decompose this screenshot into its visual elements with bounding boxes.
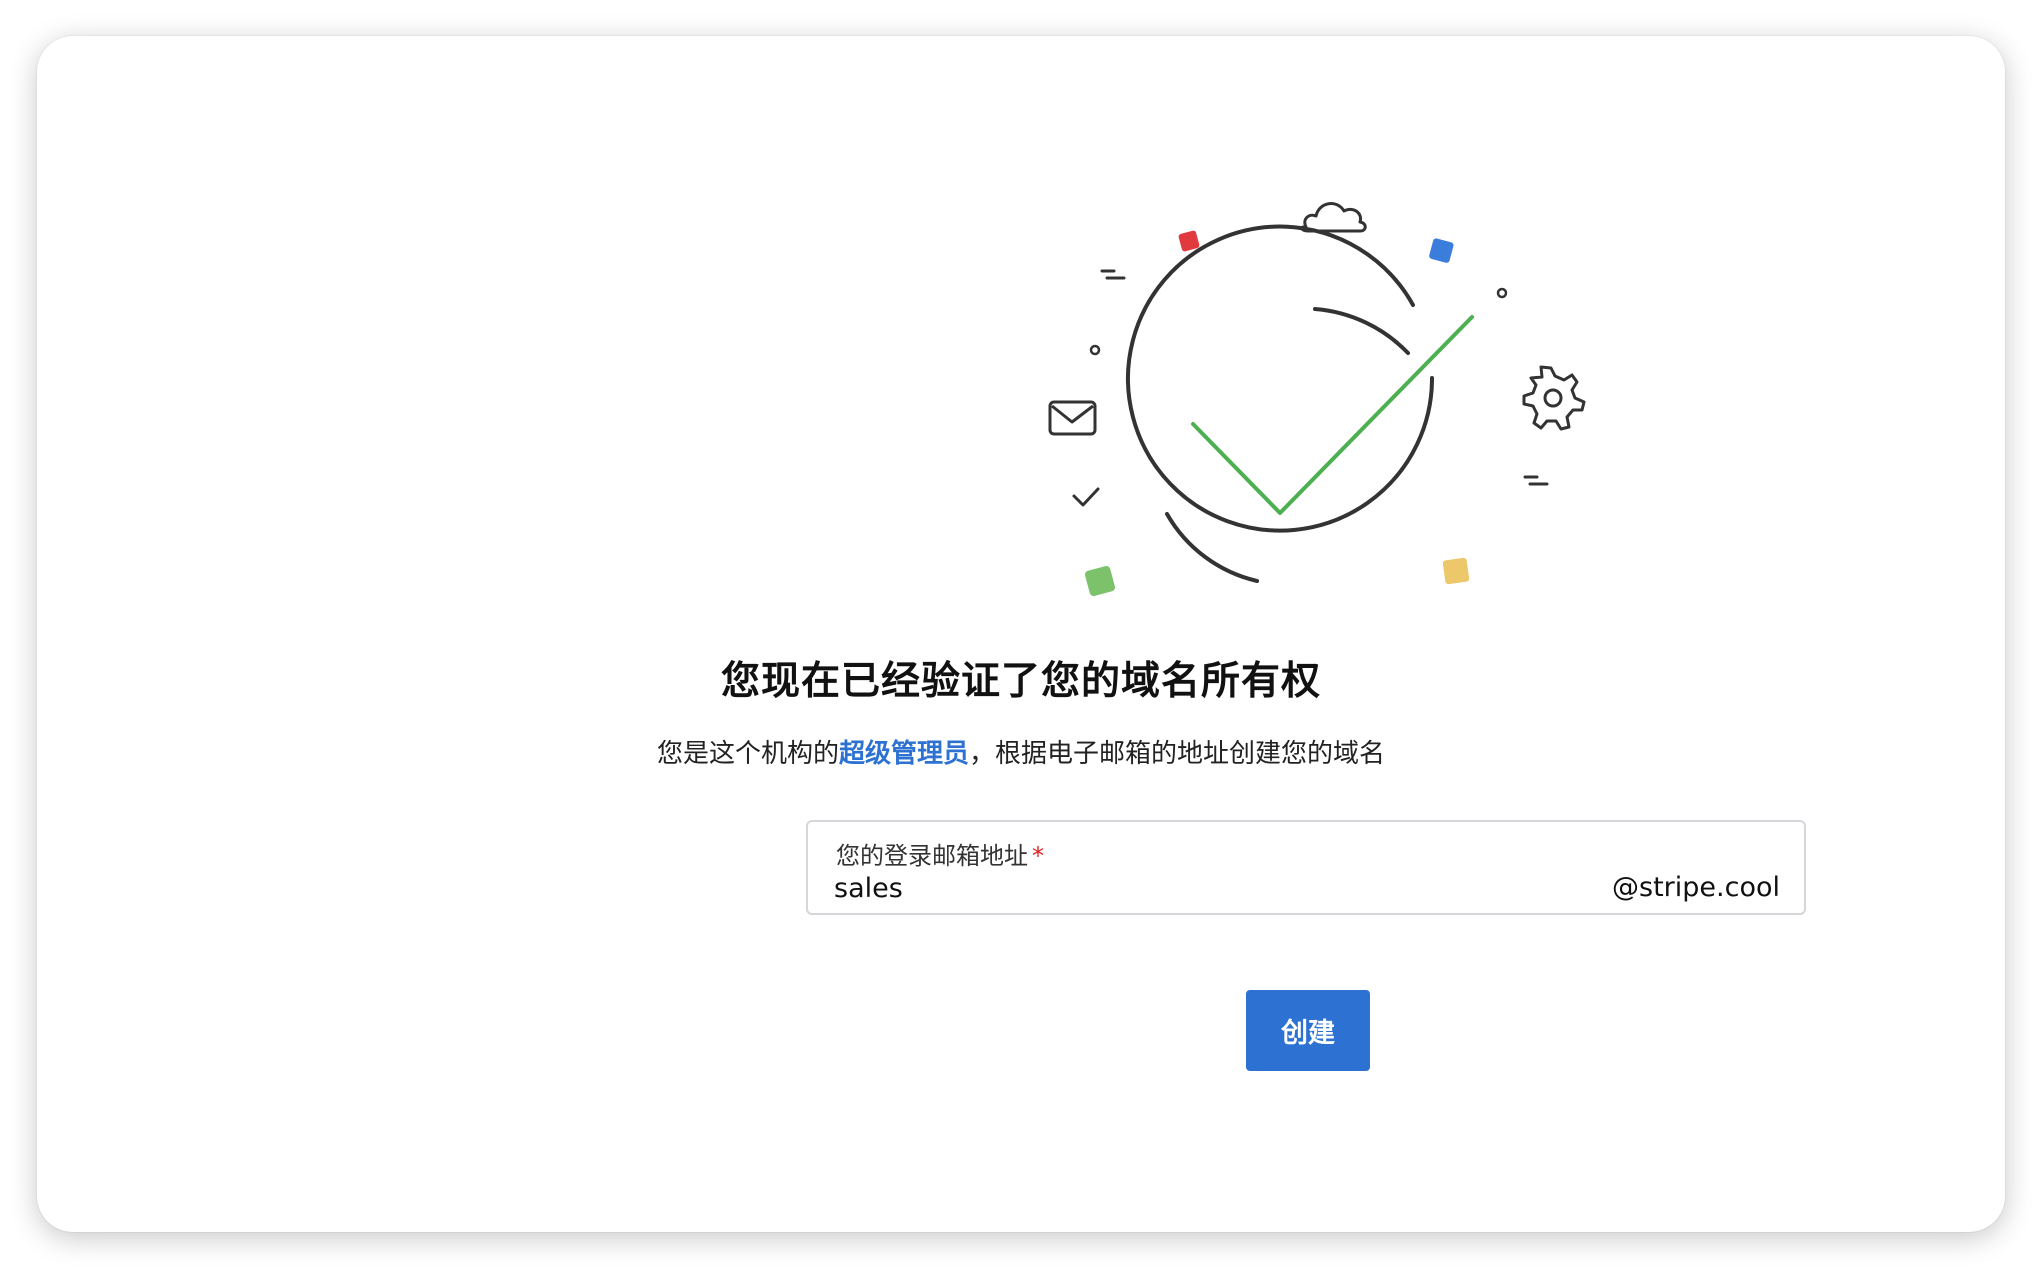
- dot-right-icon: [1496, 287, 1508, 299]
- gear-icon: [1522, 365, 1586, 431]
- subtitle-prefix: 您是这个机构的: [656, 739, 839, 769]
- mail-icon: [1048, 400, 1097, 436]
- red-square: [1178, 230, 1200, 252]
- domain-suffix: @stripe.cool: [1612, 872, 1780, 903]
- small-check-icon: [1072, 487, 1100, 507]
- big-check-icon: [1191, 315, 1474, 515]
- yellow-square: [1442, 557, 1470, 585]
- required-mark: *: [1032, 842, 1044, 870]
- dash-right-icon: [1523, 475, 1549, 486]
- page-title: 您现在已经验证了您的域名所有权: [720, 659, 1321, 704]
- cloud-icon: [1300, 202, 1367, 233]
- main-window: 您现在已经验证了您的域名所有权 您是这个机构的超级管理员，根据电子邮箱的地址创建…: [37, 36, 2005, 1232]
- create-button[interactable]: 创建: [1246, 990, 1370, 1071]
- success-circle: [1126, 224, 1435, 533]
- dash-left-icon: [1100, 269, 1126, 280]
- success-circle-inner-arc-top: [1313, 307, 1410, 355]
- email-field[interactable]: 您的登录邮箱地址* @stripe.cool: [806, 820, 1806, 915]
- green-square: [1084, 565, 1116, 597]
- role-highlight: 超级管理员: [838, 739, 969, 769]
- subtitle-suffix: ，根据电子邮箱的地址创建您的域名: [969, 739, 1386, 769]
- success-illustration: [1048, 202, 1586, 597]
- success-circle-inner-arc-bottom: [1165, 512, 1259, 583]
- blue-square: [1429, 238, 1454, 263]
- email-field-label: 您的登录邮箱地址 *: [836, 836, 1044, 871]
- email-label-text: 您的登录邮箱地址: [836, 842, 1028, 870]
- page-subtitle: 您是这个机构的超级管理员，根据电子邮箱的地址创建您的域名: [37, 733, 2005, 770]
- email-input[interactable]: [834, 870, 1534, 906]
- dot-left-icon: [1089, 344, 1101, 356]
